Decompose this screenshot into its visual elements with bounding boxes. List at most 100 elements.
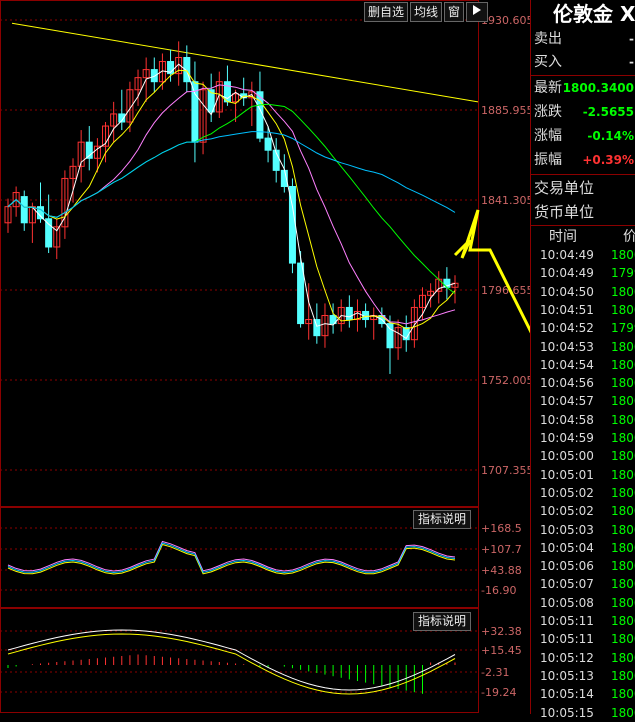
sub1-panel-border bbox=[0, 507, 479, 608]
symbol-title: 伦敦金 X bbox=[553, 2, 635, 26]
tick-price: 1800 bbox=[611, 431, 635, 445]
tick-time: 10:04:56 bbox=[540, 376, 594, 391]
tick-time: 10:04:51 bbox=[540, 302, 594, 317]
tick-time: 10:05:00 bbox=[540, 449, 594, 464]
tick-row: 10:05:00 1800 bbox=[531, 447, 635, 465]
tick-time: 10:04:49 bbox=[540, 266, 594, 281]
candle-body bbox=[345, 306, 353, 321]
tick-price: 1800 bbox=[611, 248, 635, 262]
toolbar: 删自选 均线 窗 bbox=[364, 2, 489, 22]
tick-time: 10:05:11 bbox=[540, 632, 594, 647]
price-axis-label: 1841.305 bbox=[481, 194, 530, 207]
window-button[interactable]: 窗 bbox=[444, 2, 465, 22]
tick-price: 1800 bbox=[611, 339, 635, 354]
candle-body bbox=[20, 196, 28, 224]
pct-label: 涨幅 bbox=[534, 128, 562, 144]
tick-time: 10:05:08 bbox=[540, 595, 594, 610]
tick-row: 10:04:49 1800 bbox=[531, 246, 635, 264]
tick-row: 10:05:02 1800 bbox=[531, 502, 635, 520]
price-axis-label: 1930.605 bbox=[481, 14, 530, 27]
tick-price: 1800 bbox=[611, 705, 635, 720]
price-axis-label: 1885.955 bbox=[481, 104, 530, 117]
price-header: 价 bbox=[623, 229, 635, 245]
tick-price: 1800 bbox=[611, 412, 635, 427]
indicator-help-button-2[interactable]: 指标说明 bbox=[413, 612, 471, 631]
currency-row: 货币单位 bbox=[531, 201, 635, 224]
tick-row: 10:05:03 1800 bbox=[531, 521, 635, 539]
macd-dea-line bbox=[7, 633, 456, 695]
indicator-help-button-1[interactable]: 指标说明 bbox=[413, 510, 471, 529]
sell-row: 卖出 - bbox=[531, 28, 635, 51]
sub1-line-j bbox=[7, 542, 456, 574]
tick-time: 10:04:54 bbox=[540, 357, 594, 372]
sub2-axis-label: -2.31 bbox=[481, 666, 509, 679]
tick-time: 10:05:01 bbox=[540, 467, 594, 482]
tick-time: 10:04:52 bbox=[540, 321, 594, 336]
tick-time: 10:05:14 bbox=[540, 687, 594, 702]
tick-row: 10:04:57 1800 bbox=[531, 392, 635, 410]
sub1-axis-label: +168.5 bbox=[481, 522, 522, 535]
tick-price: 1800 bbox=[611, 485, 635, 500]
tick-price: 1800 bbox=[611, 632, 635, 647]
sub1-line-k bbox=[7, 540, 456, 572]
price-axis-label: 1796.655 bbox=[481, 284, 530, 297]
tick-time: 10:05:06 bbox=[540, 559, 594, 574]
tick-row: 10:04:53 1800 bbox=[531, 338, 635, 356]
change-label: 涨跌 bbox=[534, 104, 562, 120]
ma5-line bbox=[7, 63, 456, 340]
pct-row: 涨幅 -0.14% bbox=[531, 125, 635, 148]
sub2-axis-label: +32.38 bbox=[481, 625, 522, 638]
tick-time: 10:04:53 bbox=[540, 339, 594, 354]
sub1-axis-label: +107.7 bbox=[481, 543, 522, 556]
candle-body bbox=[297, 262, 305, 325]
tick-price: 1800 bbox=[611, 595, 635, 610]
time-header: 时间 bbox=[549, 229, 577, 245]
unit-label: 交易单位 bbox=[534, 179, 595, 197]
candle-body bbox=[264, 137, 272, 151]
tick-price: 1800 bbox=[611, 668, 635, 683]
tick-time: 10:05:07 bbox=[540, 577, 594, 592]
tick-price: 1800 bbox=[611, 614, 635, 628]
tick-price: 1800 bbox=[611, 577, 635, 592]
tick-time: 10:05:02 bbox=[540, 504, 594, 519]
candle-body bbox=[150, 69, 158, 83]
tick-price: 1800 bbox=[611, 522, 635, 537]
tick-price: 1800 bbox=[611, 284, 635, 299]
tick-row: 10:05:13 1800 bbox=[531, 667, 635, 685]
last-value: 1800.3400 bbox=[562, 81, 634, 95]
tick-row: 10:05:01 1800 bbox=[531, 466, 635, 484]
buy-row: 买入 - bbox=[531, 51, 635, 74]
tick-time: 10:04:50 bbox=[540, 284, 594, 299]
tick-row: 10:05:08 1800 bbox=[531, 594, 635, 612]
tick-time: 10:05:15 bbox=[540, 705, 594, 720]
tick-price: 1800 bbox=[611, 559, 635, 574]
tick-row: 10:05:12 1800 bbox=[531, 649, 635, 667]
kline-chart: 1930.605 1885.955 1841.305 1796.655 1752.005… bbox=[0, 0, 562, 713]
price-axis-label: 1752.005 bbox=[481, 374, 530, 387]
ma60-line bbox=[7, 103, 456, 294]
play-icon[interactable] bbox=[466, 2, 489, 22]
tick-row: 10:04:51 1800 bbox=[531, 301, 635, 319]
tick-row: 10:04:54 1800 bbox=[531, 356, 635, 374]
delete-self-select-button[interactable]: 删自选 bbox=[364, 2, 409, 22]
tick-price: 1800 bbox=[611, 394, 635, 409]
price-axis-label: 1707.355 bbox=[481, 464, 530, 477]
tick-price: 1800 bbox=[611, 504, 635, 519]
tick-time: 10:05:12 bbox=[540, 650, 594, 665]
tick-price: 1800 bbox=[611, 650, 635, 665]
macd-dif-line bbox=[7, 629, 456, 691]
sub1-axis-label: +43.88 bbox=[481, 564, 522, 577]
buy-value: - bbox=[629, 55, 634, 69]
tick-row: 10:05:06 1800 bbox=[531, 557, 635, 575]
tick-row: 10:05:11 1800 bbox=[531, 612, 635, 630]
chart-area: 1930.605 1885.955 1841.305 1796.655 1752.005… bbox=[0, 0, 562, 714]
currency-label: 货币单位 bbox=[534, 203, 595, 221]
candle-body bbox=[313, 319, 321, 337]
sub1-axis-label: -16.90 bbox=[481, 584, 516, 597]
tick-price: 1800 bbox=[611, 540, 635, 555]
ma-line-button[interactable]: 均线 bbox=[410, 2, 443, 22]
tick-price: 1799 bbox=[611, 266, 635, 281]
ticks-header: 时间 价 bbox=[531, 226, 635, 245]
tick-price: 1800 bbox=[611, 376, 635, 391]
tick-row: 10:05:04 1800 bbox=[531, 539, 635, 557]
